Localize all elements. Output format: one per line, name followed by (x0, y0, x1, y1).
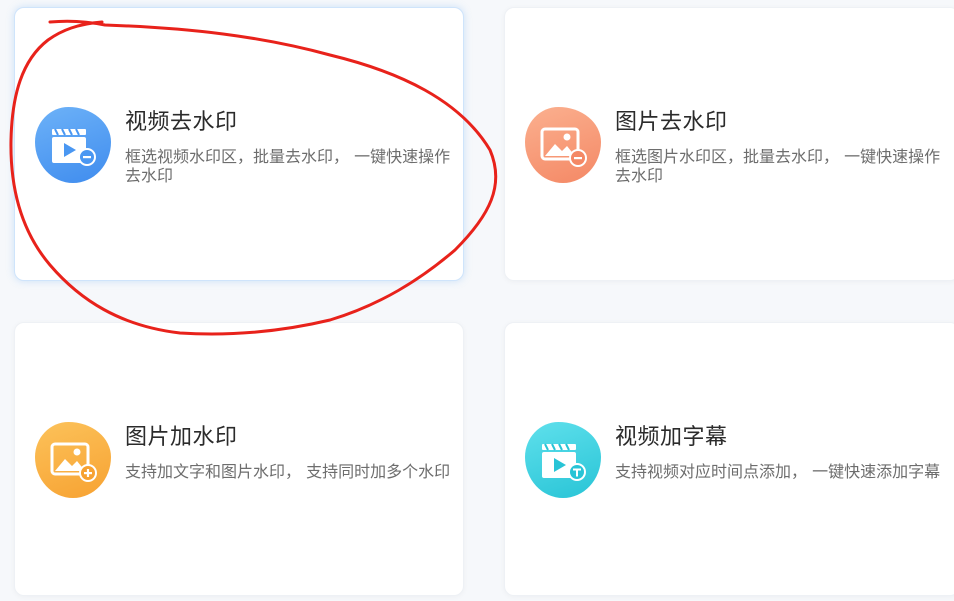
image-remove-watermark-icon (525, 107, 601, 183)
video-remove-watermark-icon (35, 107, 111, 183)
card-title: 图片去水印 (615, 110, 728, 135)
card-title: 视频加字幕 (615, 425, 728, 450)
card-description: 框选图片水印区，批量去水印， 一键快速操作去水印 (615, 147, 941, 185)
image-add-watermark-card[interactable]: 图片加水印 支持加文字和图片水印， 支持同时加多个水印 (14, 322, 464, 596)
card-title: 图片加水印 (125, 425, 238, 450)
card-title: 视频去水印 (125, 110, 238, 135)
card-description: 支持加文字和图片水印， 支持同时加多个水印 (125, 462, 451, 481)
video-remove-watermark-card[interactable]: 视频去水印 框选视频水印区，批量去水印， 一键快速操作去水印 (14, 7, 464, 281)
image-remove-watermark-card[interactable]: 图片去水印 框选图片水印区，批量去水印， 一键快速操作去水印 (504, 7, 954, 281)
video-add-subtitle-icon (525, 422, 601, 498)
video-add-subtitle-card[interactable]: 视频加字幕 支持视频对应时间点添加， 一键快速添加字幕 (504, 322, 954, 596)
tool-grid: 视频去水印 框选视频水印区，批量去水印， 一键快速操作去水印 图片去水印 框选图… (0, 0, 954, 601)
card-description: 框选视频水印区，批量去水印， 一键快速操作去水印 (125, 147, 451, 185)
image-add-watermark-icon (35, 422, 111, 498)
card-description: 支持视频对应时间点添加， 一键快速添加字幕 (615, 462, 941, 481)
